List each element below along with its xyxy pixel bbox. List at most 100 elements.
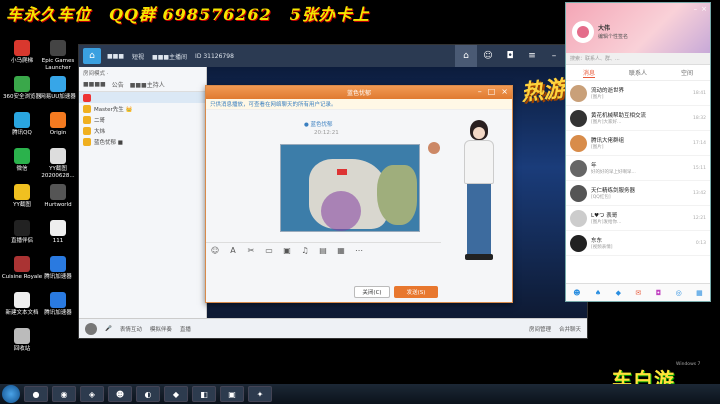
app-icon — [50, 112, 66, 128]
taskbar-app-icon[interactable]: ☻ — [108, 386, 132, 402]
photo-icon[interactable]: ▦ — [336, 246, 346, 255]
desktop-icon[interactable]: 腾讯加速器 — [36, 256, 80, 281]
close-button[interactable]: 关闭(C) — [354, 286, 390, 298]
desktop-icon[interactable]: 111 — [36, 220, 80, 245]
member-row[interactable]: 蓝色忧郁 ■ — [79, 136, 206, 147]
tab-contacts[interactable]: 联系人 — [629, 68, 647, 77]
image-icon[interactable]: ▣ — [282, 246, 292, 255]
people-icon[interactable]: ☻ — [573, 289, 580, 297]
list-item[interactable]: 腾讯大佬群组 [图片] 17:14 — [566, 131, 710, 156]
more-icon[interactable]: ⋯ — [354, 246, 364, 255]
member-row[interactable]: 大炜 — [79, 125, 206, 136]
desktop-icon[interactable]: Hurtworld — [36, 184, 80, 209]
chat-titlebar: 蓝色忧郁 – □ × — [206, 86, 512, 99]
member-name: 大炜 — [94, 128, 106, 135]
qq-signature[interactable]: 编辑个性签名 — [598, 33, 628, 40]
taskbar-app-icon[interactable]: ▣ — [220, 386, 244, 402]
taskbar-app-icon[interactable]: ✦ — [248, 386, 272, 402]
divider — [206, 242, 441, 243]
bottom-item-1[interactable]: 表情互动 — [120, 325, 142, 333]
banner-text-1: 车永久车位 — [6, 5, 92, 24]
shirt-icon[interactable]: ♠ — [595, 289, 601, 297]
tab-messages[interactable]: 消息 — [582, 68, 595, 78]
left-tab-3[interactable]: ■■■主持人 — [130, 80, 165, 89]
font-icon[interactable]: A — [228, 246, 238, 255]
list-item[interactable]: 流动的逝世界 [图片] 18:41 — [566, 81, 710, 106]
desktop-icon[interactable]: 回收站 — [0, 328, 44, 353]
taskbar-app-icon[interactable]: ● — [24, 386, 48, 402]
app-icon — [50, 40, 66, 56]
avatar[interactable] — [85, 322, 97, 335]
conversation-time: 13:42 — [693, 190, 706, 196]
avatar[interactable] — [572, 21, 594, 43]
desktop-icon[interactable]: Epic Games Launcher — [36, 40, 80, 72]
sender-link[interactable]: ● 蓝色忧郁 — [304, 120, 333, 128]
close-icon[interactable]: × — [501, 87, 508, 96]
desktop-icon[interactable]: YY截图 20200628... — [36, 148, 80, 180]
app-icon — [14, 40, 30, 56]
emoji-icon[interactable]: ☺ — [210, 246, 220, 255]
character-shoes — [465, 254, 493, 260]
desktop-icon[interactable]: 腾讯加速器 — [36, 292, 80, 317]
room-mode-label[interactable]: 房间模式 · — [79, 67, 206, 78]
mic-icon[interactable]: 🎤 — [105, 326, 112, 332]
screen-icon[interactable]: ▤ — [318, 246, 328, 255]
desktop-icon[interactable]: 网易UU加速器 — [36, 76, 80, 101]
list-item[interactable]: 年好的好的早上好啊早... 15:11 — [566, 156, 710, 181]
map-screenshot-image[interactable] — [280, 144, 420, 232]
taskbar-app-icon[interactable]: ◈ — [80, 386, 104, 402]
avatar[interactable] — [428, 142, 440, 154]
map-zone-circle — [321, 191, 361, 231]
bottom-item-3[interactable]: 直播 — [180, 325, 191, 333]
desktop-icon[interactable]: Origin — [36, 112, 80, 137]
menu-icon[interactable]: ≡ — [521, 45, 543, 67]
scissors-icon[interactable]: ✂ — [246, 246, 256, 255]
conversation-preview: [视频表情] — [591, 245, 613, 250]
left-tab-1[interactable]: ■■■■ — [83, 81, 106, 88]
taskbar-app-icon[interactable]: ◧ — [192, 386, 216, 402]
app-icon — [14, 292, 30, 308]
left-tab-2[interactable]: 公告 — [112, 80, 124, 89]
channel-row[interactable] — [79, 92, 206, 103]
app-icon — [14, 184, 30, 200]
minimize-icon[interactable]: – — [543, 45, 565, 67]
mail-icon[interactable]: ✉ — [635, 289, 641, 297]
gamepad-icon[interactable]: ◘ — [499, 45, 521, 67]
qq-search-input[interactable]: 搜索：联系人、群、... — [566, 53, 710, 65]
member-row[interactable]: Master先生 👑 — [79, 103, 206, 114]
browser-icon[interactable]: ◎ — [676, 289, 682, 297]
minimize-icon[interactable]: – — [694, 5, 698, 13]
avatar — [570, 209, 587, 227]
list-item[interactable]: 黄花机械帮助互相交流 [图片]大家好... 18:32 — [566, 106, 710, 131]
taskbar-app-icon[interactable]: ◆ — [164, 386, 188, 402]
start-button[interactable] — [2, 385, 20, 403]
game-icon[interactable]: ◆ — [616, 289, 621, 297]
list-item[interactable]: L♥つ 表哥 [图片]发给你... 12:21 — [566, 206, 710, 231]
taskbar-app-icon[interactable]: ◐ — [136, 386, 160, 402]
list-item[interactable]: 东东 [视频表情] 0:13 — [566, 231, 710, 256]
gamepad-icon[interactable]: ◘ — [656, 289, 662, 297]
send-button[interactable]: 发送(S) — [394, 286, 438, 298]
music-icon[interactable]: ♫ — [300, 246, 310, 255]
conversation-preview: [QQ红包] — [591, 195, 611, 200]
qq-conversation-list: 流动的逝世界 [图片] 18:41 黄花机械帮助互相交流 [图片]大家好... 18:32… — [566, 81, 710, 256]
list-item[interactable]: 天仁精练剑服务器 [QQ红包] 13:42 — [566, 181, 710, 206]
maximize-icon[interactable]: □ — [488, 87, 496, 96]
close-icon[interactable]: × — [701, 5, 707, 13]
member-row[interactable]: 二哥 — [79, 114, 206, 125]
qq-nickname[interactable]: 大伟 — [598, 23, 610, 32]
folder-icon[interactable]: ▭ — [264, 246, 274, 255]
bottom-item-2[interactable]: 模拟伴奏 — [150, 325, 172, 333]
apps-icon[interactable]: ▦ — [696, 289, 703, 297]
member-name: 蓝色忧郁 ■ — [94, 139, 123, 146]
chat-messages: ● 蓝色忧郁 20:12:21 — [206, 110, 441, 332]
taskbar-app-icon[interactable]: ◉ — [52, 386, 76, 402]
user-icon[interactable]: ☺ — [477, 45, 499, 67]
character-shirt — [464, 140, 494, 184]
minimize-icon[interactable]: – — [478, 87, 482, 96]
tab-space[interactable]: 空间 — [681, 68, 693, 77]
title-item-4: ID 31126798 — [195, 52, 234, 60]
home-icon[interactable]: ⌂ — [455, 45, 477, 67]
bottom-item-5[interactable]: 合并聊天 — [559, 325, 581, 333]
bottom-item-4[interactable]: 房间管理 — [529, 325, 551, 333]
